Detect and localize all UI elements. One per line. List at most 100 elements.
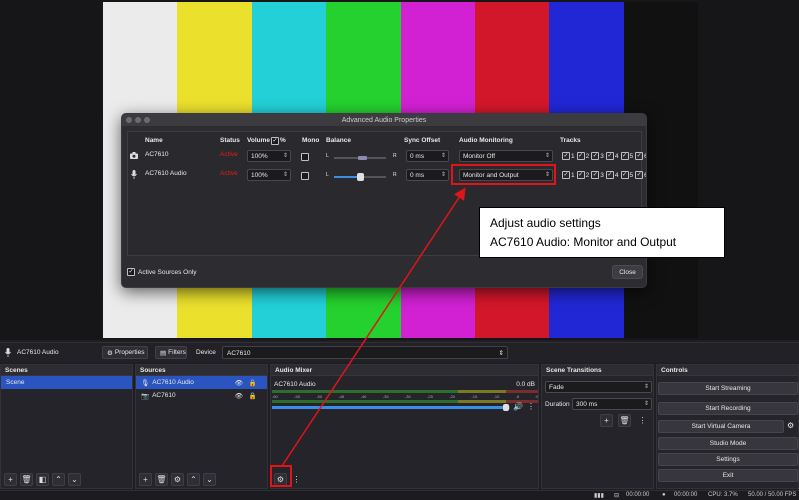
source-name: AC7610 Audio [145, 170, 187, 177]
spinner-arrows-icon[interactable]: ⇕ [441, 171, 446, 178]
track-checkbox[interactable]: ✓ [562, 152, 570, 160]
audio-mixer-title: Audio Mixer [271, 365, 538, 376]
arrow-up-icon[interactable]: ⌃ [187, 473, 200, 486]
scale-tick: -40 [360, 394, 367, 399]
track-checkbox[interactable]: ✓ [605, 171, 614, 179]
source-toolbar: AC7610 Audio ⚙ Properties ▤ Filters Device… [0, 342, 799, 362]
close-window-icon[interactable] [126, 117, 132, 123]
track-checkbox[interactable]: ✓ [620, 152, 629, 160]
chevron-updown-icon[interactable]: ⇕ [545, 152, 550, 159]
track-checkbox[interactable]: ✓ [576, 152, 585, 160]
source-item[interactable]: 📷 AC7610 👁 🔒 [136, 389, 267, 402]
filters-button[interactable]: ▤ Filters [155, 346, 187, 359]
track-checkbox[interactable]: ✓ [562, 171, 570, 179]
scene-item[interactable]: Scene [1, 376, 132, 389]
camera-icon [130, 152, 138, 159]
spinner-arrows-icon[interactable]: ⇕ [644, 400, 649, 407]
volume-input[interactable]: 100% ⇕ [247, 169, 291, 181]
eye-icon[interactable]: 👁 [235, 379, 243, 387]
start-recording-button[interactable]: Start Recording [658, 402, 798, 415]
track-checkbox[interactable]: ✓ [605, 152, 614, 160]
maximize-window-icon[interactable] [144, 117, 150, 123]
balance-slider[interactable] [334, 156, 386, 160]
arrow-down-icon[interactable]: ⌄ [68, 473, 81, 486]
transition-select[interactable]: Fade ⇕ [545, 381, 652, 393]
device-select[interactable]: AC7610 ⇕ [222, 346, 508, 359]
spinner-arrows-icon[interactable]: ⇕ [283, 152, 288, 159]
minimize-window-icon[interactable] [135, 117, 141, 123]
track-label: 1 [571, 152, 575, 160]
mono-checkbox[interactable] [301, 153, 309, 161]
monitoring-highlight [451, 164, 556, 185]
track-label: 2 [585, 152, 590, 160]
header-volume-unit: % [280, 137, 286, 144]
add-icon[interactable]: + [4, 473, 17, 486]
filter-icon[interactable]: ◧ [36, 473, 49, 486]
volume-input[interactable]: 100% ⇕ [247, 150, 291, 162]
more-options-icon[interactable]: ⋮ [636, 414, 649, 427]
window-controls[interactable] [126, 117, 150, 123]
add-icon[interactable]: + [600, 414, 613, 427]
chevron-updown-icon[interactable]: ⇕ [499, 349, 504, 357]
chevron-updown-icon[interactable]: ⇕ [644, 383, 649, 390]
scale-tick: -45 [338, 394, 345, 399]
arrow-up-icon[interactable]: ⌃ [52, 473, 65, 486]
more-options-icon[interactable]: ⋮ [527, 402, 535, 411]
balance-slider[interactable] [334, 173, 386, 181]
sync-offset-input[interactable]: 0 ms ⇕ [406, 169, 449, 181]
speaker-icon[interactable]: 🔊 [513, 402, 523, 411]
source-item[interactable]: 🎙 AC7610 Audio 👁 🔒 [136, 376, 267, 389]
spinner-arrows-icon[interactable]: ⇕ [283, 171, 288, 178]
track-label: 3 [600, 171, 604, 179]
controls-title: Controls [657, 365, 798, 376]
gear-icon[interactable]: ⚙ [787, 421, 794, 430]
sources-title: Sources [136, 365, 267, 376]
exit-button[interactable]: Exit [658, 469, 798, 482]
monitoring-select[interactable]: Monitor Off ⇕ [459, 150, 553, 162]
start-streaming-button[interactable]: Start Streaming [658, 382, 798, 395]
track-checkbox[interactable]: ✓ [620, 171, 629, 179]
volume-value: 100% [251, 172, 268, 179]
add-icon[interactable]: + [139, 473, 152, 486]
duration-label: Duration [545, 401, 570, 408]
track-label: 2 [585, 171, 590, 179]
start-virtual-camera-button[interactable]: Start Virtual Camera [658, 420, 784, 433]
track-checkbox[interactable]: ✓ [635, 171, 644, 179]
active-sources-checkbox[interactable]: ✓ [127, 268, 135, 276]
track-checkbox[interactable]: ✓ [635, 152, 644, 160]
header-volume: Volume [247, 137, 270, 144]
close-button[interactable]: Close [612, 265, 643, 279]
lock-icon[interactable]: 🔒 [249, 379, 257, 387]
trash-icon[interactable]: 🗑 [155, 473, 168, 486]
settings-button[interactable]: Settings [658, 453, 798, 466]
sync-offset-input[interactable]: 0 ms ⇕ [406, 150, 449, 162]
eye-icon[interactable]: 👁 [235, 392, 243, 400]
transition-value: Fade [549, 384, 564, 391]
track-checkbox[interactable]: ✓ [576, 171, 585, 179]
balance-left-label: L [326, 172, 329, 178]
annotation-tooltip: Adjust audio settings AC7610 Audio: Moni… [479, 207, 725, 258]
track-checkbox[interactable]: ✓ [591, 152, 600, 160]
duration-input[interactable]: 300 ms ⇕ [572, 398, 652, 410]
arrow-down-icon[interactable]: ⌄ [203, 473, 216, 486]
active-sources-only[interactable]: ✓ Active Sources Only [127, 268, 197, 276]
trash-icon[interactable]: 🗑 [20, 473, 33, 486]
studio-mode-button[interactable]: Studio Mode [658, 437, 798, 450]
spinner-arrows-icon[interactable]: ⇕ [441, 152, 446, 159]
track-label: 3 [600, 152, 604, 160]
gear-icon[interactable]: ⚙ [171, 473, 184, 486]
track-checkbox[interactable]: ✓ [591, 171, 600, 179]
mono-checkbox[interactable] [301, 172, 309, 180]
gear-icon: ⚙ [107, 349, 113, 357]
volume-fader[interactable] [272, 404, 510, 411]
track-label: 4 [614, 171, 619, 179]
tooltip-line2: AC7610 Audio: Monitor and Output [490, 235, 677, 249]
properties-button[interactable]: ⚙ Properties [102, 346, 148, 359]
audio-row: AC7610 Audio Active 100% ⇕ L R 0 ms ⇕ Moni… [128, 168, 646, 184]
lock-icon[interactable]: 🔒 [249, 392, 257, 400]
trash-icon[interactable]: 🗑 [618, 414, 631, 427]
volume-percent-checkbox[interactable]: ✓ [271, 137, 279, 145]
scale-tick: -25 [427, 394, 433, 399]
tooltip-line1: Adjust audio settings [490, 216, 601, 230]
track-label: 5 [629, 171, 634, 179]
